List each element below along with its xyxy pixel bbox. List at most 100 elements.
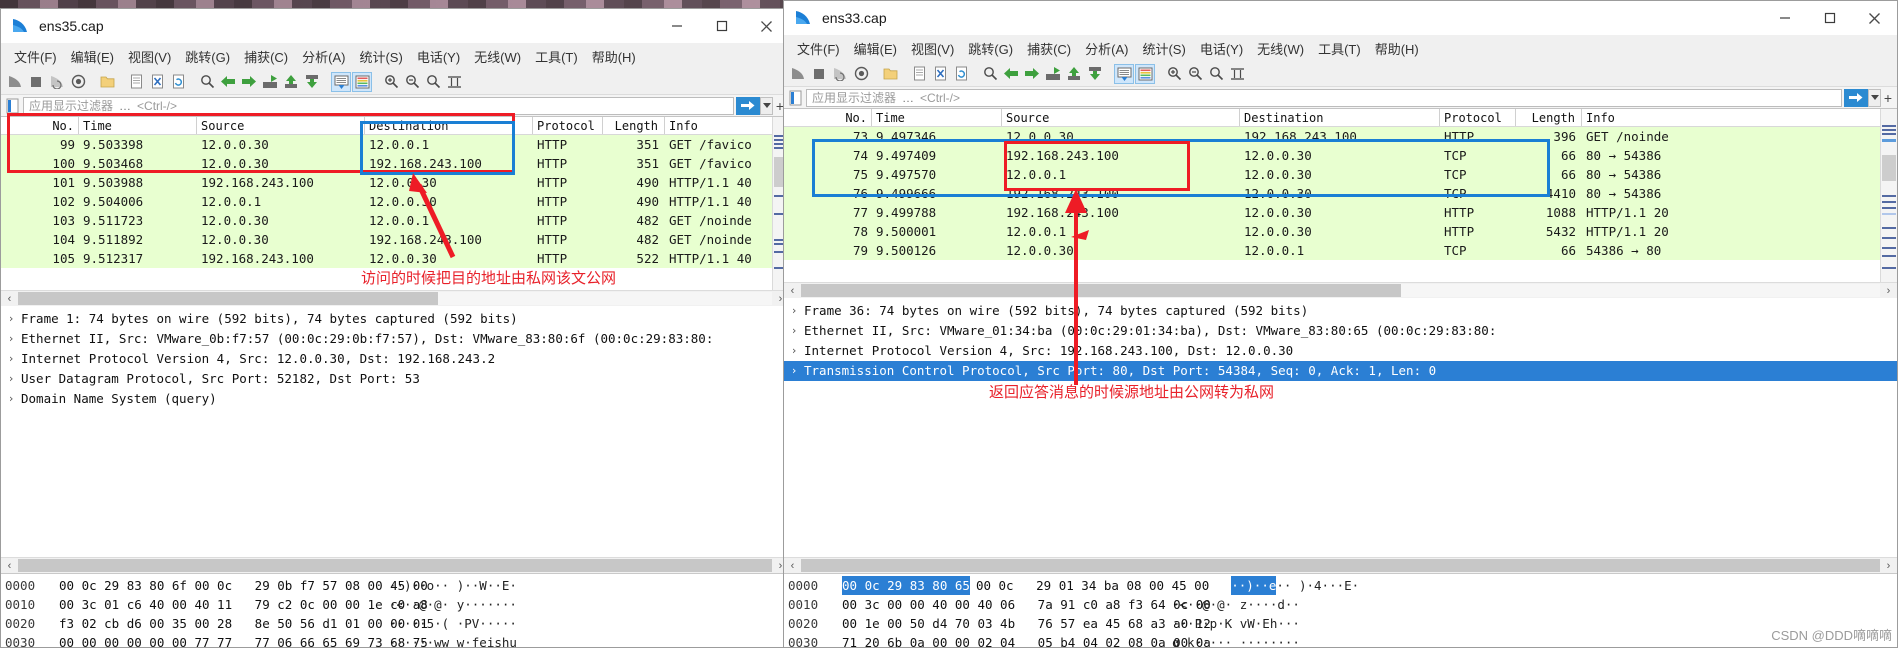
expand-triangle-icon[interactable]: › bbox=[784, 361, 804, 381]
toolbar-right[interactable] bbox=[784, 61, 1897, 87]
hscroll-thumb[interactable] bbox=[18, 559, 772, 572]
packet-bytes-pane-right[interactable]: 0000 00 0c 29 83 80 65 00 0c 29 01 34 ba… bbox=[784, 573, 1897, 647]
save-file-icon[interactable] bbox=[126, 72, 146, 92]
packet-list-vscrollbar-right[interactable] bbox=[1880, 109, 1897, 282]
zoom-in-icon[interactable] bbox=[381, 72, 401, 92]
go-last-packet-icon[interactable] bbox=[302, 72, 322, 92]
wireshark-window-left[interactable]: ens35.cap 文件(F) 编辑(E) 视图(V) 跳转(G) 捕获(C) … bbox=[0, 8, 790, 648]
menu-wireless-left[interactable]: 无线(W) bbox=[467, 45, 528, 68]
go-forward-icon[interactable] bbox=[1022, 64, 1042, 84]
col-header-protocol[interactable]: Protocol bbox=[1440, 109, 1516, 126]
reload-file-icon[interactable] bbox=[168, 72, 188, 92]
close-button-right[interactable] bbox=[1852, 1, 1897, 35]
filter-bookmark-icon[interactable] bbox=[6, 98, 20, 114]
menubar-right[interactable]: 文件(F) 编辑(E) 视图(V) 跳转(G) 捕获(C) 分析(A) 统计(S… bbox=[784, 35, 1897, 61]
zoom-reset-icon[interactable] bbox=[1206, 64, 1226, 84]
save-file-icon[interactable] bbox=[909, 64, 929, 84]
go-last-packet-icon[interactable] bbox=[1085, 64, 1105, 84]
menu-analyze-right[interactable]: 分析(A) bbox=[1078, 37, 1135, 60]
expand-triangle-icon[interactable]: › bbox=[1, 369, 21, 389]
detail-row-dns[interactable]: › Domain Name System (query) bbox=[1, 389, 789, 409]
menu-edit-left[interactable]: 编辑(E) bbox=[64, 45, 121, 68]
menu-go-left[interactable]: 跳转(G) bbox=[178, 45, 237, 68]
packet-detail-pane-right[interactable]: › Frame 36: 74 bytes on wire (592 bits),… bbox=[784, 298, 1897, 557]
menu-capture-right[interactable]: 捕获(C) bbox=[1020, 37, 1078, 60]
resize-columns-icon[interactable] bbox=[444, 72, 464, 92]
detail-row-tcp[interactable]: › Transmission Control Protocol, Src Por… bbox=[784, 361, 1897, 381]
stop-capture-icon[interactable] bbox=[809, 64, 829, 84]
col-header-destination[interactable]: Destination bbox=[1240, 109, 1440, 126]
start-capture-icon[interactable] bbox=[788, 64, 808, 84]
hscroll-left-arrow[interactable]: ‹ bbox=[784, 285, 801, 297]
go-first-packet-icon[interactable] bbox=[281, 72, 301, 92]
table-row[interactable]: 105 9.512317 192.168.243.100 12.0.0.30 H… bbox=[1, 249, 789, 268]
hscroll-left-arrow[interactable]: ‹ bbox=[1, 560, 18, 572]
hex-row[interactable]: 0030 00 00 00 00 00 00 77 77 77 06 66 65… bbox=[5, 633, 789, 647]
stop-capture-icon[interactable] bbox=[26, 72, 46, 92]
hex-row[interactable]: 0000 00 0c 29 83 80 6f 00 0c 29 0b f7 57… bbox=[5, 576, 789, 595]
restart-capture-icon[interactable] bbox=[47, 72, 67, 92]
display-filter-input[interactable]: 应用显示过滤器 … <Ctrl-/> bbox=[806, 88, 1842, 107]
zoom-reset-icon[interactable] bbox=[423, 72, 443, 92]
expand-triangle-icon[interactable]: › bbox=[1, 389, 21, 409]
display-filter-input[interactable]: 应用显示过滤器 … <Ctrl-/> bbox=[23, 96, 734, 115]
col-header-info[interactable]: Info bbox=[665, 117, 789, 134]
hex-row[interactable]: 0020 f3 02 cb d6 00 35 00 28 8e 50 56 d1… bbox=[5, 614, 789, 633]
go-to-packet-icon[interactable] bbox=[260, 72, 280, 92]
close-file-icon[interactable] bbox=[930, 64, 950, 84]
detail-row-frame[interactable]: › Frame 1: 74 bytes on wire (592 bits), … bbox=[1, 309, 789, 329]
detail-pane-hscrollbar-right[interactable]: ‹ › bbox=[784, 557, 1897, 573]
col-header-protocol[interactable]: Protocol bbox=[533, 117, 603, 134]
detail-row-frame[interactable]: › Frame 36: 74 bytes on wire (592 bits),… bbox=[784, 301, 1897, 321]
menu-edit-right[interactable]: 编辑(E) bbox=[847, 37, 904, 60]
minimize-button-right[interactable] bbox=[1762, 1, 1807, 35]
restart-capture-icon[interactable] bbox=[830, 64, 850, 84]
reload-file-icon[interactable] bbox=[951, 64, 971, 84]
display-filter-bar-right[interactable]: 应用显示过滤器 … <Ctrl-/> + bbox=[784, 87, 1897, 109]
detail-row-udp[interactable]: › User Datagram Protocol, Src Port: 5218… bbox=[1, 369, 789, 389]
hex-row[interactable]: 0010 00 3c 01 c6 40 00 40 11 79 c2 0c 00… bbox=[5, 595, 789, 614]
table-row[interactable]: 78 9.500001 12.0.0.1 12.0.0.30 HTTP 5432… bbox=[784, 222, 1897, 241]
table-row[interactable]: 103 9.511723 12.0.0.30 12.0.0.1 HTTP 482… bbox=[1, 211, 789, 230]
expand-triangle-icon[interactable]: › bbox=[1, 309, 21, 329]
detail-row-ethernet[interactable]: › Ethernet II, Src: VMware_0b:f7:57 (00:… bbox=[1, 329, 789, 349]
zoom-in-icon[interactable] bbox=[1164, 64, 1184, 84]
hex-row[interactable]: 0020 00 1e 00 50 d4 70 03 4b 76 57 ea 45… bbox=[788, 614, 1897, 633]
packet-list-header-right[interactable]: No. Time Source Destination Protocol Len… bbox=[784, 109, 1897, 127]
menu-telephony-left[interactable]: 电话(Y) bbox=[410, 45, 467, 68]
menubar-left[interactable]: 文件(F) 编辑(E) 视图(V) 跳转(G) 捕获(C) 分析(A) 统计(S… bbox=[1, 43, 789, 69]
expand-triangle-icon[interactable]: › bbox=[784, 341, 804, 361]
hex-row[interactable]: 0000 00 0c 29 83 80 65 00 0c 29 01 34 ba… bbox=[788, 576, 1897, 595]
table-row[interactable]: 77 9.499788 192.168.243.100 12.0.0.30 HT… bbox=[784, 203, 1897, 222]
maximize-button-left[interactable] bbox=[699, 9, 744, 43]
auto-scroll-icon[interactable] bbox=[1114, 63, 1134, 84]
go-back-icon[interactable] bbox=[1001, 64, 1021, 84]
hscroll-thumb[interactable] bbox=[18, 292, 438, 305]
start-capture-icon[interactable] bbox=[5, 72, 25, 92]
menu-analyze-left[interactable]: 分析(A) bbox=[295, 45, 352, 68]
apply-filter-button[interactable] bbox=[1844, 88, 1868, 107]
menu-tools-right[interactable]: 工具(T) bbox=[1311, 37, 1368, 60]
toolbar-left[interactable] bbox=[1, 69, 789, 95]
menu-view-left[interactable]: 视图(V) bbox=[121, 45, 178, 68]
expand-triangle-icon[interactable]: › bbox=[784, 321, 804, 341]
table-row[interactable]: 101 9.503988 192.168.243.100 12.0.0.30 H… bbox=[1, 173, 789, 192]
menu-tools-left[interactable]: 工具(T) bbox=[528, 45, 585, 68]
menu-file-right[interactable]: 文件(F) bbox=[790, 37, 847, 60]
expand-triangle-icon[interactable]: › bbox=[1, 329, 21, 349]
hscroll-thumb[interactable] bbox=[801, 559, 1880, 572]
packet-list-hscrollbar-right[interactable]: ‹ › bbox=[784, 282, 1897, 298]
hscroll-right-arrow[interactable]: › bbox=[1880, 560, 1897, 572]
expand-triangle-icon[interactable]: › bbox=[1, 349, 21, 369]
capture-options-icon[interactable] bbox=[68, 72, 88, 92]
zoom-out-icon[interactable] bbox=[1185, 64, 1205, 84]
col-header-info[interactable]: Info bbox=[1582, 109, 1897, 126]
go-forward-icon[interactable] bbox=[239, 72, 259, 92]
add-filter-button[interactable]: + bbox=[1881, 90, 1895, 106]
titlebar-left[interactable]: ens35.cap bbox=[1, 9, 789, 43]
find-packet-icon[interactable] bbox=[980, 64, 1000, 84]
apply-filter-button[interactable] bbox=[736, 96, 760, 115]
detail-row-ipv4[interactable]: › Internet Protocol Version 4, Src: 12.0… bbox=[1, 349, 789, 369]
resize-columns-icon[interactable] bbox=[1227, 64, 1247, 84]
open-file-icon[interactable] bbox=[97, 72, 117, 92]
